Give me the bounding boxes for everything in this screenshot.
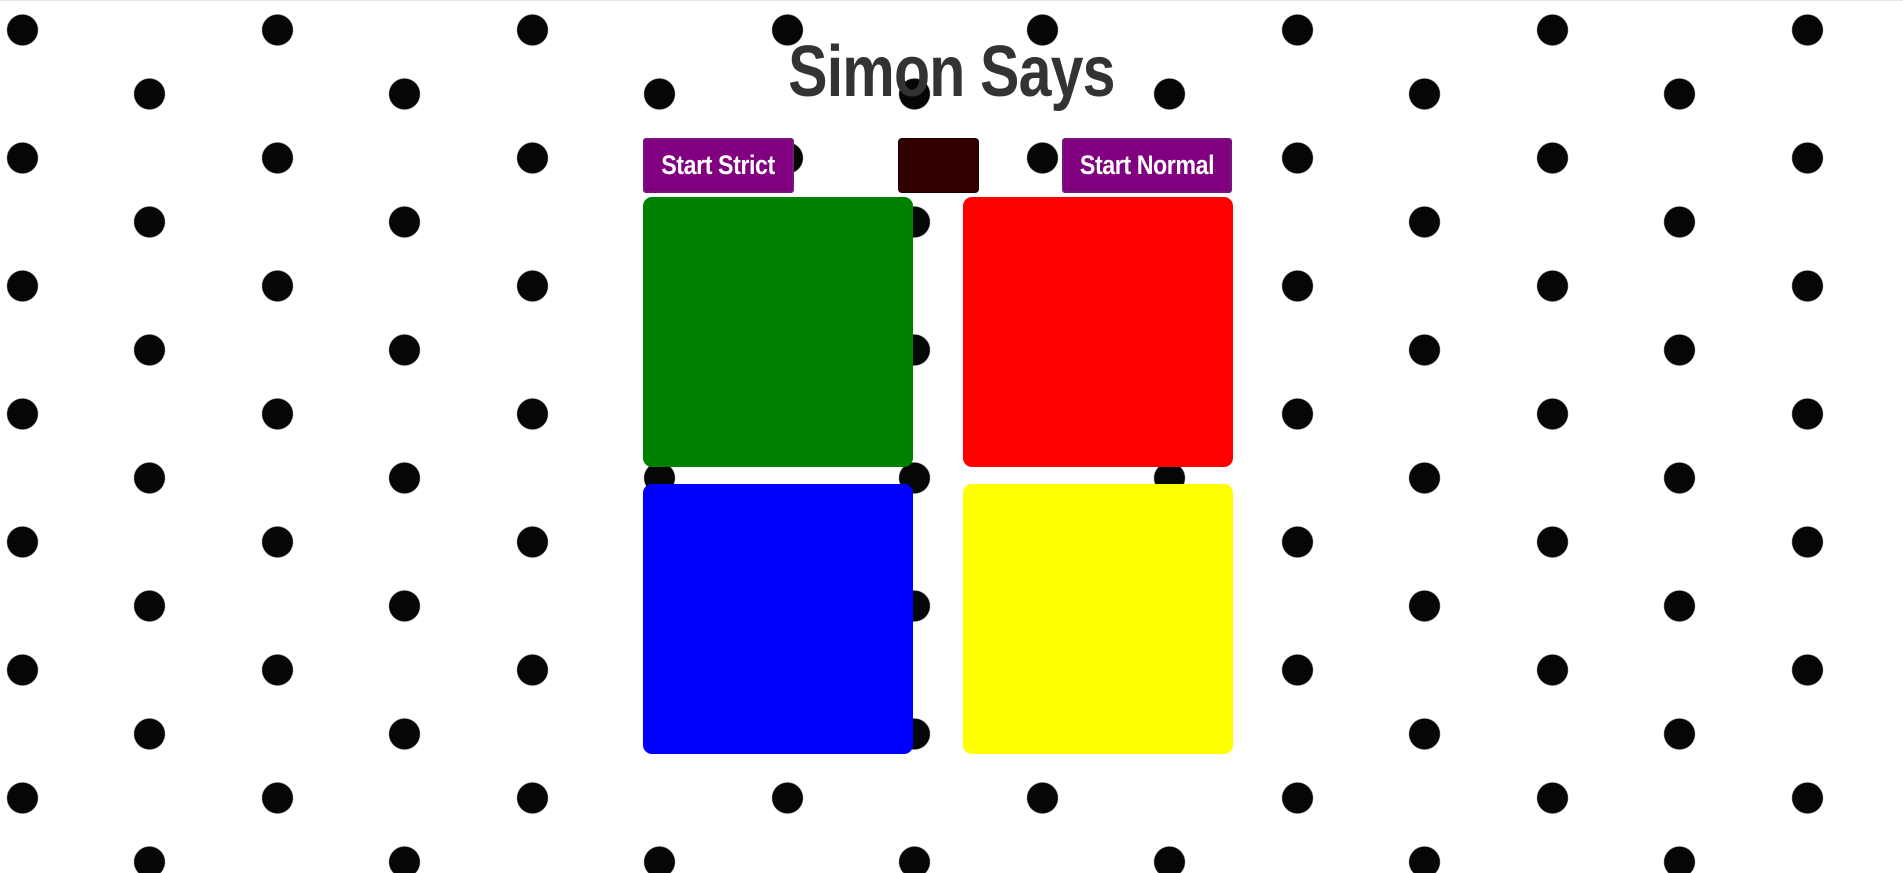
page-top-border	[0, 0, 1903, 1]
start-normal-label: Start Normal	[1079, 150, 1215, 180]
start-strict-button[interactable]: Start Strict	[643, 138, 794, 193]
start-strict-label: Start Strict	[661, 150, 776, 180]
page-title: Simon Says	[788, 32, 1115, 112]
red-pad[interactable]	[963, 197, 1233, 467]
green-pad[interactable]	[643, 197, 913, 467]
count-display	[898, 138, 979, 193]
blue-pad[interactable]	[643, 484, 913, 754]
yellow-pad[interactable]	[963, 484, 1233, 754]
start-normal-button[interactable]: Start Normal	[1062, 138, 1232, 193]
